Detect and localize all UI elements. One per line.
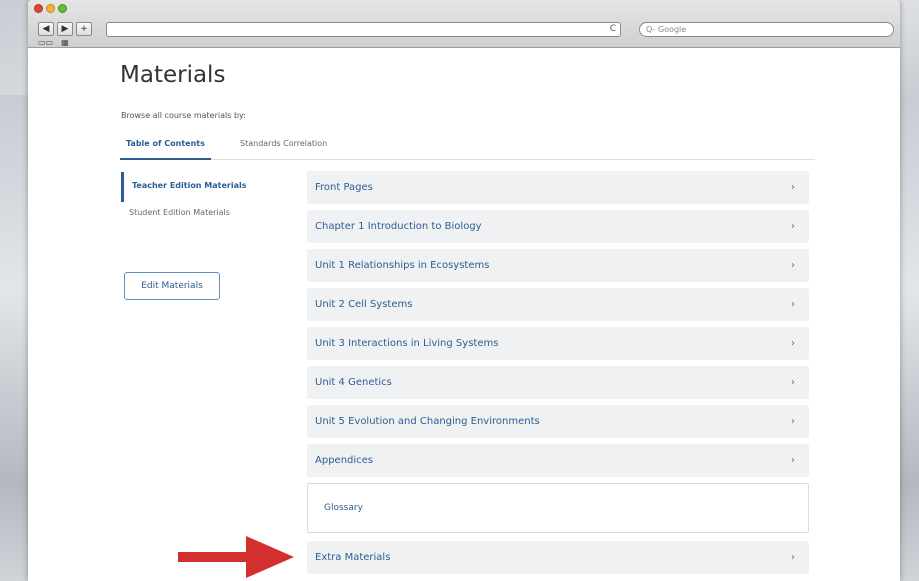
chevron-right-icon: ›	[791, 416, 795, 427]
list-item-label: Unit 4 Genetics	[315, 377, 392, 388]
background-right	[897, 95, 919, 581]
chevron-right-icon: ›	[791, 377, 795, 388]
forward-button[interactable]: ▶	[57, 22, 73, 36]
edit-materials-button[interactable]: Edit Materials	[124, 272, 220, 300]
minimize-window-button[interactable]	[46, 4, 55, 13]
browser-window: ◀ ▶ + C Q- Google ▭▭ ▦ Materials Browse …	[28, 0, 900, 581]
browser-chrome: ◀ ▶ + C Q- Google ▭▭ ▦	[28, 0, 900, 48]
chevron-right-icon: ›	[791, 299, 795, 310]
window-controls	[34, 4, 67, 13]
chevron-right-icon: ›	[791, 221, 795, 232]
book-icon[interactable]: ▭▭	[38, 38, 53, 47]
nav-buttons: ◀ ▶ +	[38, 22, 92, 36]
list-item-label: Appendices	[315, 455, 374, 466]
tab-bar: Table of Contents Standards Correlation	[120, 130, 815, 160]
list-item-label: Unit 3 Interactions in Living Systems	[315, 338, 499, 349]
add-bookmark-button[interactable]: +	[76, 22, 92, 36]
chevron-right-icon: ›	[791, 455, 795, 466]
glossary-link[interactable]: Glossary	[307, 483, 809, 533]
tab-table-of-contents[interactable]: Table of Contents	[120, 139, 211, 160]
search-input[interactable]: Q- Google	[639, 22, 894, 37]
list-item[interactable]: Front Pages ›	[307, 171, 809, 204]
bookmarks-bar: ▭▭ ▦	[38, 38, 69, 47]
list-item[interactable]: Unit 4 Genetics ›	[307, 366, 809, 399]
list-item[interactable]: Unit 3 Interactions in Living Systems ›	[307, 327, 809, 360]
maximize-window-button[interactable]	[58, 4, 67, 13]
annotation-arrow-icon	[178, 536, 294, 578]
list-item-label: Extra Materials	[315, 552, 391, 563]
list-item-appendices[interactable]: Appendices ›	[307, 444, 809, 477]
chevron-right-icon: ›	[791, 552, 795, 563]
chevron-right-icon: ›	[791, 338, 795, 349]
back-button[interactable]: ◀	[38, 22, 54, 36]
close-window-button[interactable]	[34, 4, 43, 13]
browse-label: Browse all course materials by:	[121, 111, 246, 120]
sidebar-item-student-edition[interactable]: Student Edition Materials	[121, 208, 230, 217]
list-item-label: Chapter 1 Introduction to Biology	[315, 221, 482, 232]
list-item[interactable]: Unit 2 Cell Systems ›	[307, 288, 809, 321]
list-item[interactable]: Unit 1 Relationships in Ecosystems ›	[307, 249, 809, 282]
sidebar-item-teacher-edition[interactable]: Teacher Edition Materials	[121, 172, 247, 202]
list-item[interactable]: Chapter 1 Introduction to Biology ›	[307, 210, 809, 243]
list-item[interactable]: Unit 5 Evolution and Changing Environmen…	[307, 405, 809, 438]
list-item-label: Unit 2 Cell Systems	[315, 299, 413, 310]
page-content: Materials Browse all course materials by…	[28, 48, 900, 581]
chevron-right-icon: ›	[791, 182, 795, 193]
grid-icon[interactable]: ▦	[61, 38, 69, 47]
chevron-right-icon: ›	[791, 260, 795, 271]
page-title: Materials	[120, 62, 226, 88]
list-item-label: Unit 1 Relationships in Ecosystems	[315, 260, 490, 271]
tab-standards-correlation[interactable]: Standards Correlation	[240, 139, 327, 158]
url-field[interactable]: C	[106, 22, 621, 37]
list-item-extra-materials[interactable]: Extra Materials ›	[307, 541, 809, 574]
list-item-label: Front Pages	[315, 182, 373, 193]
reload-icon[interactable]: C	[610, 23, 616, 36]
materials-list: Front Pages › Chapter 1 Introduction to B…	[307, 171, 809, 580]
list-item-label: Unit 5 Evolution and Changing Environmen…	[315, 416, 540, 427]
